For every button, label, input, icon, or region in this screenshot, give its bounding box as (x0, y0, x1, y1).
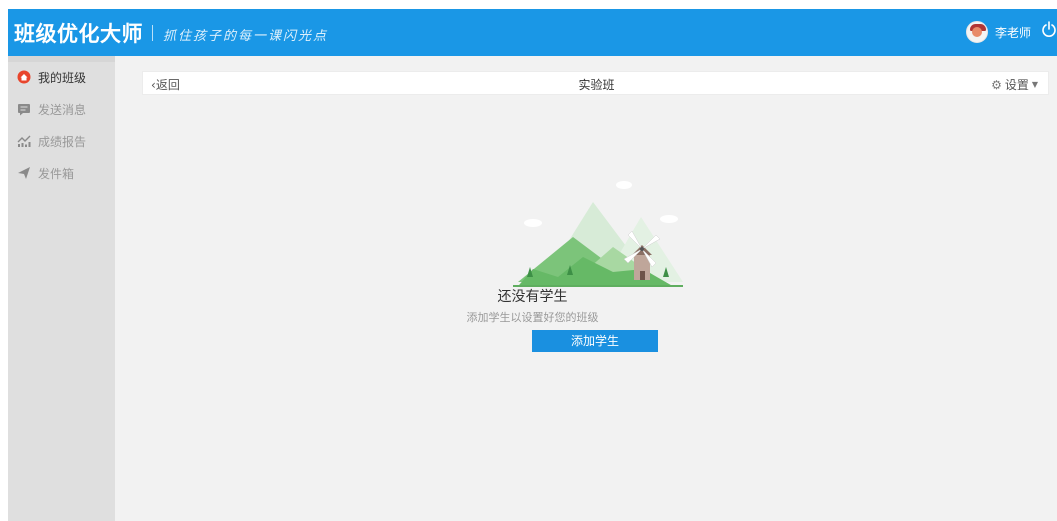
user-name[interactable]: 李老师 (995, 24, 1031, 41)
sidebar-top-strip (8, 56, 115, 62)
avatar-face (972, 27, 982, 37)
power-icon[interactable] (1041, 21, 1057, 39)
sidebar-item-label: 成绩报告 (38, 135, 87, 149)
app-window: 班级优化大师 抓住孩子的每一课闪光点 李老师 我的班级 发送消息 成绩报告 发件… (8, 9, 1057, 521)
message-icon (18, 104, 30, 116)
caret-down-icon: ▼ (1031, 80, 1038, 89)
empty-state-title: 还没有学生 (497, 289, 568, 305)
sidebar-item-send-message[interactable]: 发送消息 (8, 97, 115, 121)
chart-icon (17, 135, 31, 147)
windmill-mountains-illustration (513, 181, 683, 287)
brand-divider (152, 25, 153, 41)
app-slogan: 抓住孩子的每一课闪光点 (163, 29, 329, 44)
app-logo-text[interactable]: 班级优化大师 (14, 18, 143, 48)
sidebar-item-my-class[interactable]: 我的班级 (8, 65, 115, 89)
content-toolbar: ‹返回 实验班 ⚙ 设置 ▼ (142, 71, 1049, 95)
sidebar-item-label: 发送消息 (38, 103, 87, 117)
send-icon (18, 167, 30, 179)
sidebar-item-outbox[interactable]: 发件箱 (8, 161, 115, 185)
sidebar-item-score-report[interactable]: 成绩报告 (8, 129, 115, 153)
home-icon (17, 70, 31, 84)
settings-dropdown[interactable]: ⚙ 设置 ▼ (991, 76, 1038, 93)
class-title: 实验班 (578, 78, 615, 92)
settings-label: 设置 (1004, 78, 1029, 92)
sidebar-item-label: 发件箱 (38, 167, 75, 181)
add-student-button[interactable]: 添加学生 (532, 330, 658, 352)
gear-icon: ⚙ (991, 78, 1002, 92)
sidebar-item-label: 我的班级 (38, 71, 87, 85)
top-header: 班级优化大师 抓住孩子的每一课闪光点 李老师 (8, 9, 1057, 56)
user-avatar[interactable] (966, 21, 988, 43)
empty-state-subtitle: 添加学生以设置好您的班级 (466, 311, 599, 324)
